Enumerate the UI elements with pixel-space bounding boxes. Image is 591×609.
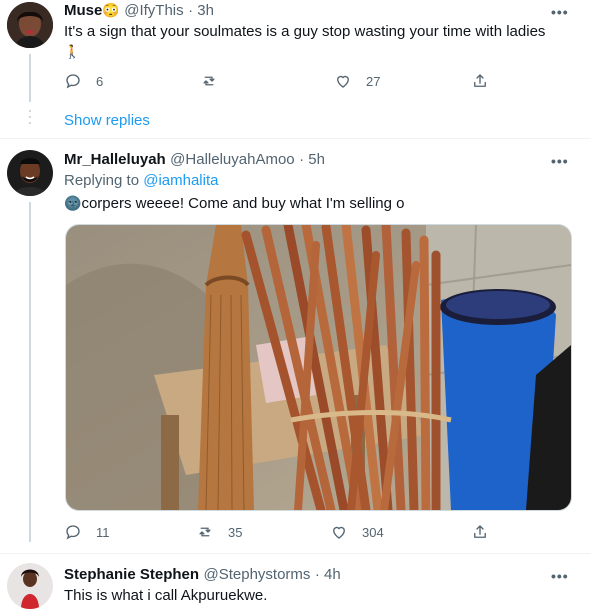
retweet-icon — [203, 76, 215, 86]
avatar-man-icon — [7, 150, 53, 196]
tweet1-author-name[interactable]: Muse — [64, 2, 102, 19]
tweet1-more-button[interactable]: ••• — [551, 4, 569, 20]
tweet1-avatar[interactable] — [7, 2, 53, 48]
tweet1-reply-count: 6 — [96, 73, 104, 89]
divider-1 — [0, 138, 591, 139]
tweet2-avatar[interactable] — [7, 150, 53, 196]
tweet1-retweet-button[interactable] — [200, 72, 232, 90]
heart-icon — [333, 526, 345, 539]
reply-icon — [66, 525, 80, 540]
tweet1-author-handle[interactable]: @IfyThis — [124, 2, 183, 19]
tweet3-timestamp[interactable]: · 4h — [315, 566, 341, 583]
avatar-woman-icon — [7, 2, 53, 48]
tweet3-header: Stephanie Stephen @Stephystorms · 4h — [64, 566, 341, 584]
tweet3-text: This is what i call Akpuruekwe. — [64, 587, 268, 604]
tweet2-text: 🌚corpers weeee! Come and buy what I'm se… — [64, 193, 404, 214]
replying-to-handle[interactable]: @iamhalita — [143, 172, 218, 189]
tweet2-more-button[interactable]: ••• — [551, 153, 569, 169]
replying-to-label: Replying to — [64, 172, 140, 189]
tweet2-reply-count: 11 — [96, 524, 110, 540]
avatar-woman-red-icon — [7, 563, 53, 609]
tweet2-reply-button[interactable]: 11 — [64, 523, 110, 541]
tweet2-like-button[interactable]: 304 — [330, 523, 384, 541]
tweet1-like-count: 27 — [366, 73, 381, 89]
tweet1-text-body: It's a sign that your soulmates is a guy… — [64, 23, 546, 40]
tweet2-media-image[interactable] — [65, 224, 572, 511]
tweet3-author-handle[interactable]: @Stephystorms — [203, 566, 310, 583]
divider-2 — [0, 553, 591, 554]
tweet2-header: Mr_Halleluyah @HalleluyahAmoo · 5h — [64, 151, 325, 169]
tweet2-like-count: 304 — [362, 524, 384, 540]
tweet2-author-handle[interactable]: @HalleluyahAmoo — [170, 151, 294, 168]
tweet1-like-button[interactable]: 27 — [334, 72, 380, 90]
thread-line-2 — [29, 202, 31, 542]
tweet1-text: It's a sign that your soulmates is a guy… — [64, 22, 564, 62]
tweet2-retweet-button[interactable]: 35 — [196, 523, 242, 541]
walking-person-icon: 🚶 — [64, 44, 81, 59]
tweet3-avatar[interactable] — [7, 563, 53, 609]
tweet1-share-button[interactable] — [471, 72, 489, 90]
brooms-photo-icon — [66, 225, 571, 510]
flushed-face-icon: 😳 — [102, 2, 120, 18]
tweet1-reply-button[interactable]: 6 — [64, 72, 103, 90]
tweet1-header: Muse😳 @IfyThis · 3h — [64, 2, 214, 20]
tweet2-retweet-count: 35 — [228, 524, 243, 540]
tweet2-replying-to: Replying to @iamhalita — [64, 172, 218, 189]
tweet3-more-button[interactable]: ••• — [551, 568, 569, 584]
tweet2-share-button[interactable] — [471, 523, 489, 541]
thread-line-1 — [29, 54, 31, 102]
heart-icon — [337, 75, 349, 88]
show-replies-link[interactable]: Show replies — [64, 112, 150, 129]
reply-icon — [66, 74, 80, 89]
share-icon — [474, 525, 486, 538]
tweet1-timestamp[interactable]: · 3h — [188, 2, 214, 19]
tweet2-text-body: corpers weeee! Come and buy what I'm sel… — [81, 195, 405, 212]
new-moon-face-icon: 🌚 — [64, 195, 82, 211]
share-icon — [474, 74, 486, 87]
tweet2-timestamp[interactable]: · 5h — [299, 151, 325, 168]
tweet2-author-name[interactable]: Mr_Halleluyah — [64, 151, 166, 168]
tweet3-author-name[interactable]: Stephanie Stephen — [64, 566, 199, 583]
retweet-icon — [199, 527, 211, 537]
thread-dots — [27, 108, 33, 130]
